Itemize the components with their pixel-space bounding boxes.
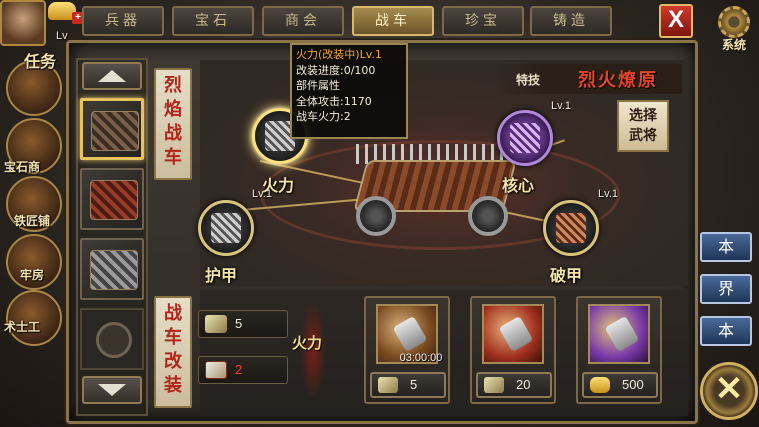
upgrade-option-3[interactable]: 500	[576, 296, 662, 404]
hammer-art	[498, 315, 534, 353]
chariot-model	[350, 130, 520, 240]
arrow-up-icon	[98, 70, 126, 82]
cost-value: 5	[410, 377, 418, 392]
tab-guild[interactable]: 商会	[262, 6, 344, 36]
hammer-count: 5	[235, 316, 243, 331]
hammer-icon	[205, 315, 227, 333]
bronze-hammer-icon: 03:00:00	[376, 304, 442, 364]
close-button[interactable]: X	[659, 4, 693, 38]
tab-forge[interactable]: 铸造	[530, 6, 612, 36]
chariot-name-char: 焰	[164, 99, 182, 120]
part-pierce-level: Lv.1	[598, 188, 618, 200]
chariot-slot-1[interactable]	[80, 98, 144, 160]
modify-title-char: 车	[164, 327, 182, 348]
upgrade-cost-button-2[interactable]: 20	[476, 372, 552, 398]
red-hammer-icon	[482, 304, 544, 364]
chariot-name-bar: 烈 焰 战 车	[154, 68, 192, 180]
armor-part-icon	[211, 213, 241, 243]
tooltip-title-text: 火力(改装中)	[296, 48, 360, 61]
locked-slot[interactable]	[80, 308, 144, 370]
gold-ingot-icon	[590, 377, 610, 393]
tab-treasure[interactable]: 珍宝	[442, 6, 524, 36]
chariot-thumbnail	[90, 180, 138, 220]
chariot-slot-3[interactable]	[80, 238, 144, 300]
pierce-part-icon	[556, 213, 586, 243]
part-armor-label: 护甲	[205, 266, 238, 285]
modify-title-char: 装	[164, 375, 182, 396]
tooltip-firepower: 战车火力:2	[296, 110, 351, 123]
modify-title-bar: 战 车 改 装	[154, 296, 192, 408]
system-label: 系统	[721, 38, 746, 52]
modify-card-icon	[205, 361, 227, 379]
lock-icon	[96, 322, 132, 358]
player-level-label: Lv	[56, 30, 68, 42]
card-count: 2	[235, 362, 243, 377]
cost-value: 20	[516, 377, 531, 392]
select-general-line1: 选择	[629, 108, 657, 124]
hammer-resource: 5	[198, 310, 288, 338]
part-armor-level: Lv.1	[252, 188, 272, 200]
scroll-down-button[interactable]	[82, 376, 142, 404]
arrow-down-icon	[98, 384, 126, 396]
special-skill-tag: 特技	[516, 73, 541, 87]
chariot-name-char: 战	[164, 123, 182, 144]
special-skill-name: 烈火燎原	[578, 70, 658, 91]
purple-hammer-icon	[588, 304, 650, 364]
right-hud-button-1[interactable]: 本	[700, 232, 752, 262]
right-hud-button-3[interactable]: 本	[700, 316, 752, 346]
gear-icon	[718, 6, 750, 38]
part-pierce-label: 破甲	[550, 266, 583, 285]
chariot-thumbnail	[91, 111, 139, 151]
tooltip-attack: 全体攻击:1170	[296, 94, 372, 108]
chariot-name-char: 车	[164, 147, 182, 168]
upgrade-timer: 03:00:00	[399, 352, 443, 364]
hammer-icon	[484, 377, 504, 393]
quest-label: 任务	[24, 52, 57, 71]
chariot-slot-2[interactable]	[80, 168, 144, 230]
wheel-icon	[468, 196, 508, 236]
tooltip-title-level: Lv.1	[359, 48, 382, 61]
core-part-icon	[510, 123, 540, 153]
scroll-up-button[interactable]	[82, 62, 142, 90]
blacksmith-label: 铁匠铺	[14, 214, 51, 228]
tab-chariot[interactable]: 战车	[352, 6, 434, 36]
right-hud-button-2[interactable]: 界	[700, 274, 752, 304]
system-button[interactable]: 系统	[712, 6, 756, 52]
gem-shop-label: 宝石商	[4, 160, 41, 174]
part-core-label: 核心	[502, 176, 535, 195]
part-pierce-node[interactable]	[543, 200, 599, 256]
upgrade-cost-button-1[interactable]: 5	[370, 372, 446, 398]
part-armor-node[interactable]	[198, 200, 254, 256]
cost-value: 500	[622, 377, 644, 392]
upgrade-cost-button-3[interactable]: 500	[582, 372, 658, 398]
modify-part-label: 火力	[292, 334, 323, 352]
hammer-icon	[378, 377, 398, 393]
modify-title-char: 战	[164, 303, 182, 324]
upgrade-option-1[interactable]: 03:00:00 5	[364, 296, 450, 404]
part-core-level: Lv.1	[551, 100, 571, 112]
tab-weapons[interactable]: 兵器	[82, 6, 164, 36]
upgrade-option-2[interactable]: 20	[470, 296, 556, 404]
prison-label: 牢房	[20, 268, 45, 282]
tooltip-attr-header: 部件属性	[296, 79, 340, 92]
hammer-art	[392, 315, 428, 353]
select-general-button[interactable]: 选择 武将	[617, 100, 669, 152]
card-resource: 2	[198, 356, 288, 384]
player-avatar[interactable]	[0, 0, 46, 46]
hammer-art	[604, 315, 640, 353]
select-general-line2: 武将	[629, 128, 657, 144]
part-tooltip: 火力(改装中)Lv.1 改装进度:0/100 部件属性 全体攻击:1170 战车…	[290, 43, 408, 139]
tooltip-progress: 改装进度:0/100	[296, 63, 376, 77]
tab-gems[interactable]: 宝石	[172, 6, 254, 36]
wheel-icon	[356, 196, 396, 236]
chariot-thumbnail	[90, 250, 138, 290]
modify-title-char: 改	[164, 351, 182, 372]
part-core-node[interactable]	[497, 110, 553, 166]
warlock-label: 术士工	[4, 320, 41, 334]
special-skill-banner: 特技 烈火燎原	[496, 64, 682, 94]
chariot-name-char: 烈	[164, 75, 182, 96]
round-close-button[interactable]: ✕	[700, 362, 758, 420]
tooltip-title: 火力(改装中)Lv.1	[296, 47, 402, 63]
